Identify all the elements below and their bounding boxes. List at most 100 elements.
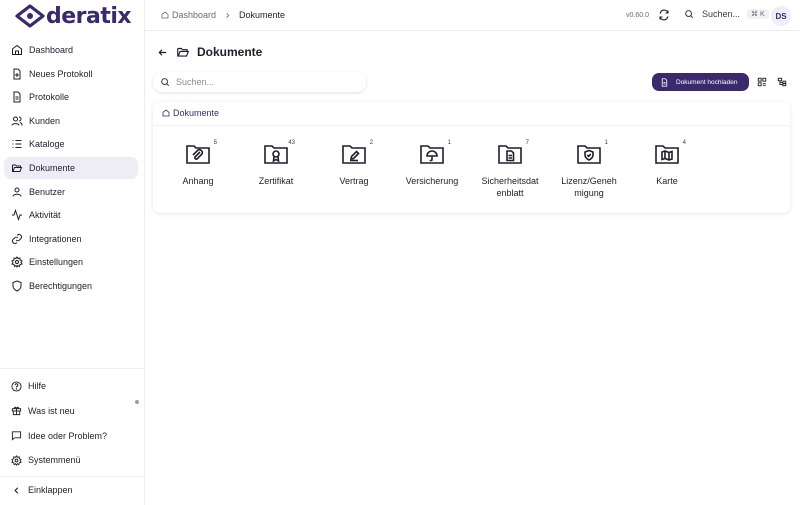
home-icon bbox=[161, 11, 169, 19]
search-icon bbox=[685, 10, 694, 19]
gear-icon bbox=[11, 454, 22, 466]
grid-view-icon[interactable] bbox=[757, 77, 767, 87]
sidebar-item-kunden[interactable]: Kunden bbox=[4, 110, 138, 132]
folder-versicherung[interactable]: 1 Versicherung bbox=[393, 140, 471, 187]
folder-label: Anhang bbox=[182, 176, 214, 186]
sidebar-item-benutzer[interactable]: Benutzer bbox=[4, 181, 138, 203]
folder-label: Sicherheitsdat enblatt bbox=[481, 176, 539, 198]
folder-count: 2 bbox=[369, 140, 373, 146]
sidebar-item-label: Protokolle bbox=[29, 92, 70, 103]
sidebar-item-label: Berechtigungen bbox=[29, 280, 93, 291]
folder-open-icon bbox=[177, 47, 190, 57]
paperclip-folder-icon bbox=[186, 145, 210, 164]
users-icon bbox=[11, 116, 23, 126]
topbar: Dashboard Dokumente v0.60.0 Suchen... ⌘ … bbox=[145, 0, 800, 31]
sidebar-item-berechtigungen[interactable]: Berechtigungen bbox=[4, 275, 138, 297]
upload-label: Dokument hochladen bbox=[676, 78, 738, 86]
sidebar-item-label: Neues Protokoll bbox=[29, 68, 93, 79]
sidebar-item-dashboard[interactable]: Dashboard bbox=[4, 39, 138, 61]
sidebar-item-neues-protokoll[interactable]: Neues Protokoll bbox=[4, 63, 138, 85]
sidebar-item-aktivitaet[interactable]: Aktivität bbox=[4, 204, 138, 226]
folder-icon-wrap: 1 bbox=[419, 140, 451, 166]
sidebar-nav: Dashboard Neues Protokoll Protokolle Kun… bbox=[4, 39, 138, 299]
avatar[interactable]: DS bbox=[771, 6, 791, 26]
collapse-sidebar-button[interactable]: Einklappen bbox=[4, 479, 138, 501]
divider bbox=[153, 125, 790, 126]
collapse-nav: Einklappen bbox=[4, 479, 138, 504]
search-input[interactable] bbox=[176, 77, 356, 87]
folder-icon-wrap: 4 bbox=[654, 140, 686, 166]
folder-label: Versicherung bbox=[405, 176, 459, 186]
upload-document-button[interactable]: Dokument hochladen bbox=[652, 73, 749, 91]
sidebar-item-einstellungen[interactable]: Einstellungen bbox=[4, 251, 138, 273]
folder-count: 4 bbox=[682, 140, 686, 146]
search-shortcut: ⌘ K bbox=[747, 9, 769, 19]
shield-check-folder-icon bbox=[577, 145, 601, 164]
page-title: Dokumente bbox=[197, 45, 263, 59]
sidebar-item-kataloge[interactable]: Kataloge bbox=[4, 133, 138, 155]
sidebar-item-hilfe[interactable]: Hilfe bbox=[4, 375, 138, 397]
file-text-icon bbox=[13, 91, 21, 103]
app-version: v0.60.0 bbox=[626, 12, 649, 19]
sidebar-item-label: Was ist neu bbox=[28, 405, 75, 416]
sidebar-item-label: Kunden bbox=[29, 115, 61, 126]
folder-label: Karte bbox=[656, 176, 678, 186]
list-icon bbox=[12, 140, 22, 149]
breadcrumb: Dashboard Dokumente bbox=[161, 10, 285, 20]
folder-anhang[interactable]: 5 Anhang bbox=[159, 140, 237, 187]
folder-icon-wrap: 2 bbox=[341, 140, 373, 166]
sidebar: deratix Dashboard Neues Protokoll Protok… bbox=[0, 0, 145, 505]
award-folder-icon bbox=[264, 145, 288, 164]
folder-icon-wrap: 5 bbox=[185, 140, 217, 166]
arrow-left-icon[interactable] bbox=[157, 47, 168, 58]
breadcrumb-dashboard[interactable]: Dashboard bbox=[172, 10, 216, 20]
umbrella-folder-icon bbox=[420, 145, 444, 164]
page-header: Dokumente bbox=[157, 45, 262, 59]
sidebar-item-label: Integrationen bbox=[29, 233, 82, 244]
panel-breadcrumb-label: Dokumente bbox=[173, 108, 220, 118]
folder-count: 43 bbox=[288, 140, 295, 146]
refresh-icon[interactable] bbox=[658, 9, 670, 21]
sidebar-item-label: Kataloge bbox=[29, 139, 65, 150]
sidebar-item-integrationen[interactable]: Integrationen bbox=[4, 228, 138, 250]
map-folder-icon bbox=[655, 145, 679, 164]
folder-lizenz-genehmigung[interactable]: 1 Lizenz/Geneh migung bbox=[550, 140, 628, 199]
activity-icon bbox=[12, 209, 22, 222]
divider bbox=[0, 476, 144, 477]
folder-zertifikat[interactable]: 43 Zertifikat bbox=[237, 140, 315, 187]
folder-open-icon bbox=[12, 164, 23, 172]
deratix-logo-icon bbox=[15, 4, 45, 28]
sidebar-item-was-ist-neu[interactable]: Was ist neu bbox=[4, 400, 138, 422]
message-icon bbox=[11, 431, 22, 441]
document-folder-icon bbox=[498, 145, 522, 164]
gear-icon bbox=[11, 256, 23, 269]
sidebar-item-protokolle[interactable]: Protokolle bbox=[4, 86, 138, 108]
folder-sicherheitsdatenblatt[interactable]: 7 Sicherheitsdat enblatt bbox=[471, 140, 549, 199]
sidebar-item-label: Idee oder Problem? bbox=[28, 430, 108, 441]
global-search-button[interactable]: Suchen... ⌘ K bbox=[684, 9, 769, 19]
folder-count: 5 bbox=[213, 140, 217, 146]
brand-name: deratix bbox=[46, 3, 132, 29]
sidebar-item-systemmenue[interactable]: Systemmenü bbox=[4, 449, 138, 471]
sidebar-item-idee-oder-problem[interactable]: Idee oder Problem? bbox=[4, 425, 138, 447]
sidebar-item-label: Dashboard bbox=[29, 45, 74, 55]
file-plus-icon bbox=[13, 68, 21, 80]
folder-tree-icon[interactable] bbox=[777, 77, 787, 87]
notification-dot bbox=[135, 400, 139, 404]
folder-count: 7 bbox=[525, 140, 529, 146]
folder-icon-wrap: 43 bbox=[263, 140, 295, 166]
sidebar-item-label: Hilfe bbox=[28, 381, 47, 391]
link-icon bbox=[12, 233, 22, 244]
folder-vertrag[interactable]: 2 Vertrag bbox=[315, 140, 393, 187]
global-search-label: Suchen... bbox=[702, 9, 741, 19]
folder-label: Vertrag bbox=[339, 176, 369, 186]
shield-icon bbox=[12, 280, 22, 292]
brand-logo[interactable]: deratix bbox=[15, 3, 132, 29]
sidebar-item-label: Benutzer bbox=[29, 186, 66, 197]
sidebar-item-dokumente[interactable]: Dokumente bbox=[4, 156, 138, 179]
panel-breadcrumb[interactable]: Dokumente bbox=[162, 108, 219, 118]
folder-karte[interactable]: 4 Karte bbox=[628, 140, 706, 187]
pen-folder-icon bbox=[342, 145, 366, 164]
folder-label: Lizenz/Geneh migung bbox=[561, 176, 617, 198]
folder-label: Zertifikat bbox=[258, 176, 294, 186]
